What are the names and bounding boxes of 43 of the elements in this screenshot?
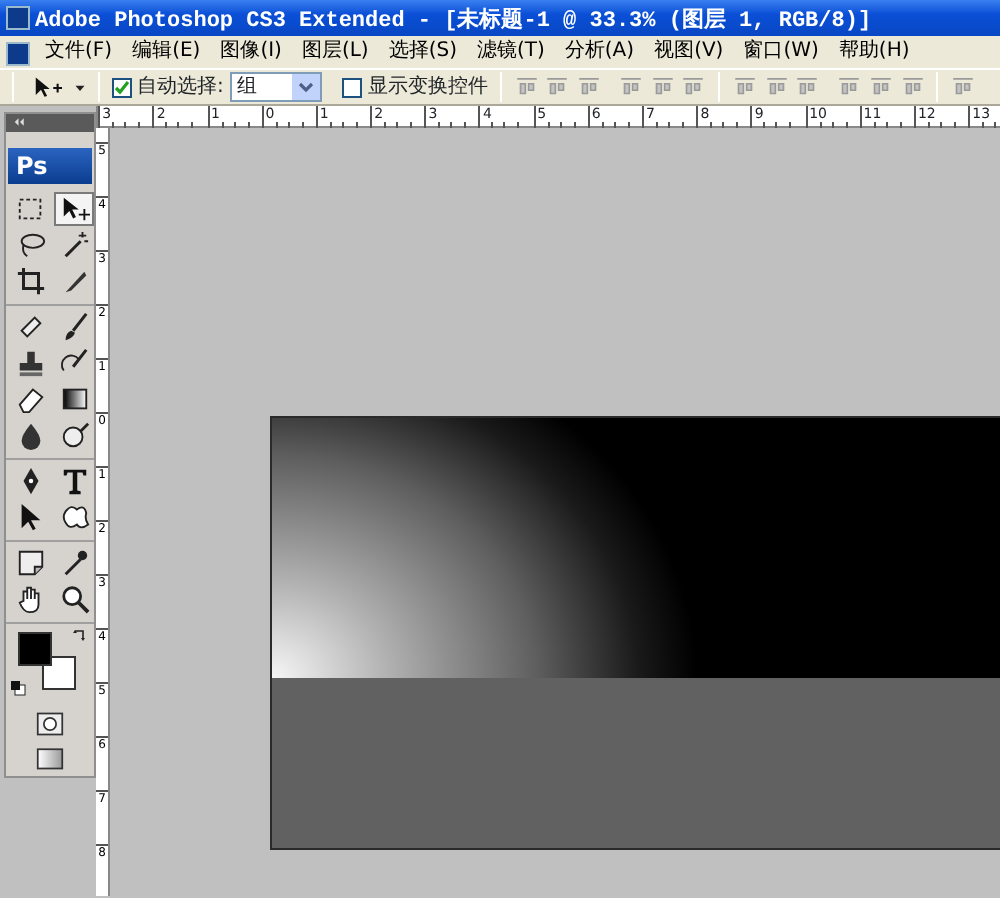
gradient-icon bbox=[59, 384, 89, 414]
menu-item[interactable]: 视图(V) bbox=[644, 36, 734, 68]
app-menu-icon[interactable] bbox=[5, 41, 30, 65]
auto-select-checkbox[interactable] bbox=[111, 77, 132, 97]
swap-arrows-icon[interactable] bbox=[72, 628, 88, 644]
menu-item[interactable]: 图层(L) bbox=[291, 36, 379, 68]
hand-icon bbox=[15, 584, 45, 614]
menu-item[interactable]: 图像(I) bbox=[210, 36, 292, 68]
show-transform-label: 显示变换控件 bbox=[368, 73, 489, 102]
window-title: Adobe Photoshop CS3 Extended - [未标题-1 @ 33.3% (图层 1, RGB/8)] bbox=[35, 5, 872, 33]
crop-icon bbox=[15, 266, 45, 296]
menu-item[interactable]: 滤镜(T) bbox=[466, 36, 555, 68]
type-icon bbox=[59, 466, 89, 496]
move-icon bbox=[59, 194, 89, 224]
collapse-icon[interactable] bbox=[12, 116, 28, 129]
marquee-icon bbox=[15, 194, 45, 224]
foreground-color-swatch[interactable] bbox=[18, 632, 52, 666]
menu-item[interactable]: 编辑(E) bbox=[122, 36, 211, 68]
lasso-icon bbox=[15, 230, 45, 260]
caret-icon[interactable] bbox=[74, 81, 87, 93]
dodge-icon bbox=[59, 420, 89, 450]
app-icon bbox=[5, 6, 30, 30]
menu-item[interactable]: 帮助(H) bbox=[828, 36, 920, 68]
menu-item[interactable]: 窗口(W) bbox=[733, 36, 829, 68]
eraser-icon bbox=[15, 384, 45, 414]
toolbox-logo: Ps bbox=[8, 148, 92, 184]
tool-button[interactable] bbox=[54, 192, 94, 226]
zoom-icon bbox=[59, 584, 89, 614]
blob-shape-icon bbox=[59, 502, 89, 532]
quick-mask-icon[interactable] bbox=[32, 709, 68, 738]
stamp-icon bbox=[15, 348, 45, 378]
auto-select-dropdown[interactable]: 组 bbox=[229, 72, 322, 102]
auto-select-label: 自动选择: bbox=[137, 73, 224, 102]
default-colors-icon[interactable] bbox=[10, 680, 26, 696]
eyedropper-icon bbox=[59, 548, 89, 578]
background-color-swatch[interactable] bbox=[42, 656, 76, 690]
menu-item[interactable]: 分析(A) bbox=[554, 36, 645, 68]
note-icon bbox=[15, 548, 45, 578]
show-transform-checkbox[interactable] bbox=[342, 77, 363, 97]
menu-item[interactable]: 选择(S) bbox=[378, 36, 467, 68]
wand-icon bbox=[59, 230, 89, 260]
bandage-icon bbox=[15, 312, 45, 342]
menu-item[interactable]: 文件(F) bbox=[35, 36, 123, 68]
